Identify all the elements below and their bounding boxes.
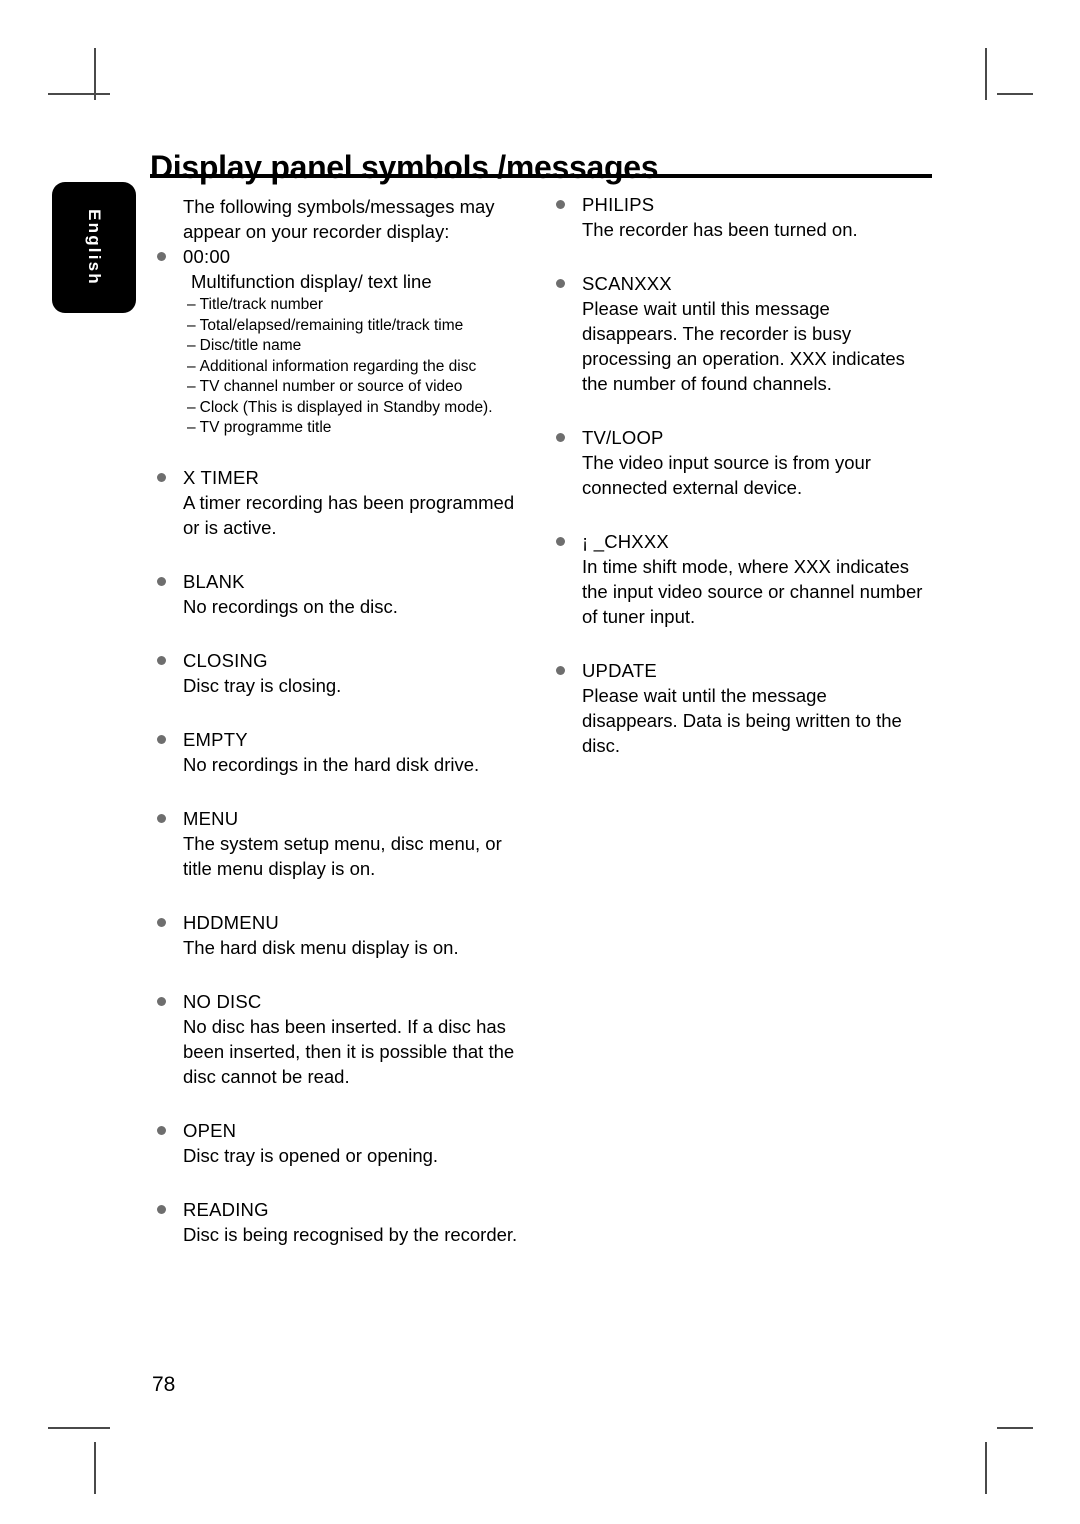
entry-term: OPEN [183, 1119, 237, 1141]
list-item: – Additional information regarding the di… [187, 357, 512, 378]
entry-hddmenu: HDDMENU The hard disk menu display is on… [152, 910, 512, 960]
entry-update: UPDATE Please wait until the message dis… [551, 658, 911, 758]
entry-description: A timer recording has been programmed or… [183, 491, 515, 538]
entry-description: No recordings on the disc. [183, 595, 398, 617]
list-item-label: Title/track number [199, 296, 324, 313]
dash-icon: – [187, 316, 196, 334]
entry-subheading: Multifunction display/ text line [191, 271, 432, 292]
entry-multifunction-display: 00:00 Multifunction display/ text line –… [152, 244, 512, 439]
bullet-dot-icon [157, 1204, 166, 1214]
entry-description: The system setup menu, disc menu, or tit… [183, 832, 502, 879]
bullet-dot-icon [157, 1125, 166, 1135]
crop-mark-bottom-right-horizontal [997, 1427, 1033, 1429]
entry-closing: CLOSING Disc tray is closing. [152, 648, 512, 698]
entry-term: UPDATE [582, 660, 657, 681]
crop-mark-bottom-right-vertical [985, 1442, 987, 1494]
bullet-dot-icon [157, 472, 166, 482]
list-item-label: Total/elapsed/remaining title/track time [199, 316, 464, 334]
entry-description: No recordings in the hard disk drive. [183, 753, 480, 775]
entry-menu: MENU The system setup menu, disc menu, o… [152, 806, 512, 881]
bullet-dot-icon [556, 200, 565, 209]
entry-term: HDDMENU [183, 911, 279, 933]
bullet-dot-icon [556, 433, 565, 442]
crop-mark-bottom-left-vertical [94, 1442, 96, 1494]
bullet-dot-icon [157, 655, 166, 665]
list-item-label: TV programme title [199, 419, 332, 436]
language-tab-label: English [85, 209, 104, 286]
entry-blank: BLANK No recordings on the disc. [152, 569, 512, 619]
crop-mark-top-right-horizontal [997, 93, 1033, 95]
bullet-dot-icon [157, 996, 166, 1006]
entry-open: OPEN Disc tray is opened or opening. [152, 1118, 512, 1168]
entry-description: Disc tray is closing. [183, 674, 342, 696]
title-underline-rule [150, 174, 932, 178]
bullet-dot-icon [157, 813, 166, 823]
bullet-dot-icon [556, 666, 565, 675]
entry-term: PHILIPS [582, 194, 655, 215]
list-item: – Clock (This is displayed in Standby mod… [187, 398, 512, 419]
crop-mark-top-right-vertical [985, 48, 987, 100]
entry-reading: READING Disc is being recognised by the … [152, 1197, 517, 1247]
entry-term: MENU [183, 807, 239, 829]
dash-icon: – [187, 378, 196, 395]
entry-no-disc: NO DISC No disc has been inserted. If a … [152, 989, 514, 1089]
bullet-dot-icon [556, 279, 565, 288]
dash-icon: – [187, 296, 196, 313]
entry-timer: X TIMER A timer recording has been progr… [152, 465, 514, 540]
bullet-dot-icon [556, 537, 565, 546]
dash-icon: – [187, 398, 196, 416]
list-item: – Disc/title name [187, 336, 512, 357]
entry-description: Disc tray is opened or opening. [183, 1144, 439, 1166]
entry-chxxx: ¡ _CHXXX In time shift mode, where XXX i… [551, 529, 922, 629]
entry-tv-loop: TV/LOOP The video input source is from y… [551, 425, 911, 500]
entry-term: 00:00 [183, 246, 231, 267]
entry-philips: PHILIPS The recorder has been turned on. [551, 192, 911, 242]
list-item: – Title/track number [187, 295, 512, 316]
bullet-dot-icon [157, 576, 166, 586]
list-item-label: Clock (This is displayed in Standby mode… [199, 398, 493, 416]
entry-description: The recorder has been turned on. [582, 219, 858, 240]
bullet-dot-icon [157, 917, 166, 927]
entry-description: The video input source is from your conn… [582, 452, 871, 498]
list-item: – TV programme title [187, 418, 512, 439]
crop-mark-top-left-horizontal [48, 93, 110, 95]
intro-paragraph: The following symbols/messages may appea… [183, 196, 495, 242]
entry-subitem-list: – Title/track number – Total/elapsed/remai… [183, 295, 512, 439]
entry-description: No disc has been inserted. If a disc has… [183, 1015, 515, 1087]
bullet-dot-icon [157, 252, 166, 261]
entry-description: Disc is being recognised by the recorder… [183, 1223, 518, 1245]
entry-term: ¡ _CHXXX [582, 531, 669, 552]
entry-term: EMPTY [183, 728, 248, 750]
list-item-label: TV channel number or source of video [199, 378, 463, 395]
entry-term: NO DISC [183, 990, 262, 1012]
language-tab: English [52, 182, 136, 313]
page-number: 78 [152, 1373, 176, 1396]
dash-icon: – [187, 357, 196, 375]
right-column: PHILIPS The recorder has been turned on.… [551, 192, 922, 758]
dash-icon: – [187, 419, 196, 436]
entry-term: TV/LOOP [582, 427, 664, 448]
entry-term: X TIMER [183, 466, 260, 488]
entry-description: In time shift mode, where XXX indicates … [582, 556, 923, 627]
list-item-label: Disc/title name [199, 337, 302, 354]
page-title: Display panel symbols /messages [150, 149, 659, 186]
entry-term: CLOSING [183, 649, 268, 671]
dash-icon: – [187, 337, 196, 354]
left-column: The following symbols/messages may appea… [152, 192, 517, 1247]
list-item-label: Additional information regarding the dis… [199, 357, 477, 375]
list-item: – Total/elapsed/remaining title/track tim… [187, 316, 512, 337]
entry-description: The hard disk menu display is on. [183, 936, 459, 958]
bullet-dot-icon [157, 734, 166, 744]
entry-empty: EMPTY No recordings in the hard disk dri… [152, 727, 512, 777]
crop-mark-bottom-left-horizontal [48, 1427, 110, 1429]
entry-description: Please wait until this message disappear… [582, 298, 905, 394]
entry-term: SCANXXX [582, 273, 672, 294]
entry-description: Please wait until the message disappears… [582, 685, 902, 756]
entry-term: BLANK [183, 570, 245, 592]
entry-term: READING [183, 1198, 269, 1220]
entry-scanxxx: SCANXXX Please wait until this message d… [551, 271, 911, 396]
list-item: – TV channel number or source of video [187, 377, 512, 398]
